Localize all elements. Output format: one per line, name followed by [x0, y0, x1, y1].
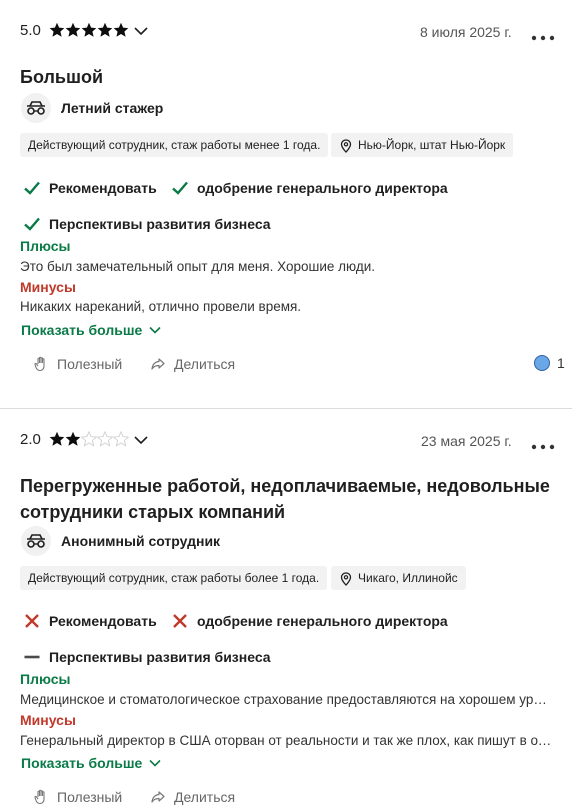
check-icon [24, 181, 40, 195]
recommend-label: Рекомендовать [49, 613, 157, 629]
employment-status-chip: Действующий сотрудник, стаж работы менее… [20, 133, 329, 157]
show-more-label: Показать больше [21, 755, 143, 771]
helpful-button[interactable]: Полезный [33, 789, 122, 805]
pros-text: Это был замечательный опыт для меня. Хор… [20, 259, 376, 274]
review-title[interactable]: Большой [20, 64, 103, 90]
recommend-label: Рекомендовать [49, 180, 157, 196]
author-title: Летний стажер [61, 100, 164, 116]
review-date: 8 июля 2025 г. [420, 24, 512, 40]
business-outlook-rating: Перспективы развития бизнеса [23, 215, 271, 233]
review-card: 2.0 23 мая 2025 г. Перегруженные работой… [0, 410, 572, 807]
author-avatar-icon [21, 93, 51, 123]
rating-details-chevron-icon[interactable] [133, 23, 149, 44]
rating-value: 2.0 [20, 431, 41, 448]
empty-star-icon [97, 431, 113, 447]
helpful-button[interactable]: Полезный [33, 356, 122, 372]
x-mark-icon [173, 614, 187, 628]
helpful-count: 1 [534, 355, 565, 371]
ceo-approval-rating: одобрение генерального директора [171, 179, 448, 197]
review-card: 5.0 8 июля 2025 г. Большой Летний стажер… [0, 0, 572, 408]
share-arrow-icon [151, 791, 165, 803]
more-options-icon[interactable] [531, 29, 555, 47]
business-outlook-rating: Перспективы развития бизнеса [23, 648, 271, 666]
cons-heading: Минусы [20, 279, 76, 295]
cons-text: Никаких нареканий, отлично провели время… [20, 299, 302, 314]
author-title: Анонимный сотрудник [61, 533, 221, 549]
filled-star-icon [49, 431, 65, 446]
share-button[interactable]: Делиться [150, 789, 235, 805]
show-more-button[interactable]: Показать больше [21, 755, 162, 771]
ceo-approval-label: одобрение генерального директора [197, 613, 448, 629]
hand-icon [34, 356, 45, 372]
share-arrow-icon [151, 358, 165, 370]
pros-text: Медицинское и стоматологическое страхова… [20, 692, 552, 707]
business-outlook-label: Перспективы развития бизнеса [49, 649, 271, 665]
cons-text: Генеральный директор в США оторван от ре… [20, 733, 552, 748]
share-button[interactable]: Делиться [150, 356, 235, 372]
show-more-button[interactable]: Показать больше [21, 322, 162, 338]
filled-star-icon [97, 22, 113, 37]
show-more-label: Показать больше [21, 322, 143, 338]
cons-heading: Минусы [20, 712, 76, 728]
filled-star-icon [113, 22, 129, 37]
recommend-rating: Рекомендовать [23, 612, 157, 630]
x-mark-icon [25, 614, 39, 628]
review-title[interactable]: Перегруженные работой, недоплачиваемые, … [20, 473, 550, 525]
location-text: Нью-Йорк, штат Нью-Йорк [358, 138, 506, 152]
recommend-rating: Рекомендовать [23, 179, 157, 197]
location-text: Чикаго, Иллинойс [358, 571, 458, 585]
ceo-approval-rating: одобрение генерального директора [171, 612, 448, 630]
author-avatar-icon [21, 526, 51, 556]
chevron-down-icon [149, 326, 161, 334]
share-label: Делиться [174, 356, 236, 372]
ceo-approval-label: одобрение генерального директора [197, 180, 448, 196]
star-rating [49, 431, 129, 447]
location-chip: Чикаго, Иллинойс [331, 566, 466, 590]
employment-status-chip: Действующий сотрудник, стаж работы более… [20, 566, 328, 590]
filled-star-icon [81, 22, 97, 37]
filled-star-icon [65, 22, 81, 37]
filled-star-icon [65, 431, 81, 446]
rating-details-chevron-icon[interactable] [133, 432, 149, 453]
share-label: Делиться [174, 789, 236, 805]
more-options-icon[interactable] [531, 438, 555, 456]
helpful-count-value: 1 [557, 355, 565, 371]
helpful-label: Полезный [57, 356, 123, 372]
review-date: 23 мая 2025 г. [421, 433, 512, 449]
star-rating [49, 22, 129, 38]
review-title-line: Перегруженные работой, недоплачиваемые, … [20, 476, 550, 496]
location-pin-icon [340, 139, 352, 153]
check-icon [24, 217, 40, 231]
helpful-label: Полезный [57, 789, 123, 805]
location-chip: Нью-Йорк, штат Нью-Йорк [331, 133, 514, 157]
location-pin-icon [340, 572, 352, 586]
hand-icon [34, 789, 45, 805]
pros-heading: Плюсы [20, 671, 71, 687]
empty-star-icon [113, 431, 129, 447]
business-outlook-label: Перспективы развития бизнеса [49, 216, 271, 232]
chevron-down-icon [149, 759, 161, 767]
pros-heading: Плюсы [20, 238, 71, 254]
reviewer-avatar-icon [534, 355, 550, 371]
filled-star-icon [49, 22, 65, 37]
check-icon [172, 181, 188, 195]
rating-value: 5.0 [20, 22, 41, 39]
neutral-dash-icon [24, 655, 40, 659]
review-divider [0, 408, 572, 409]
empty-star-icon [81, 431, 97, 447]
review-title-line: сотрудники старых компаний [20, 502, 286, 522]
